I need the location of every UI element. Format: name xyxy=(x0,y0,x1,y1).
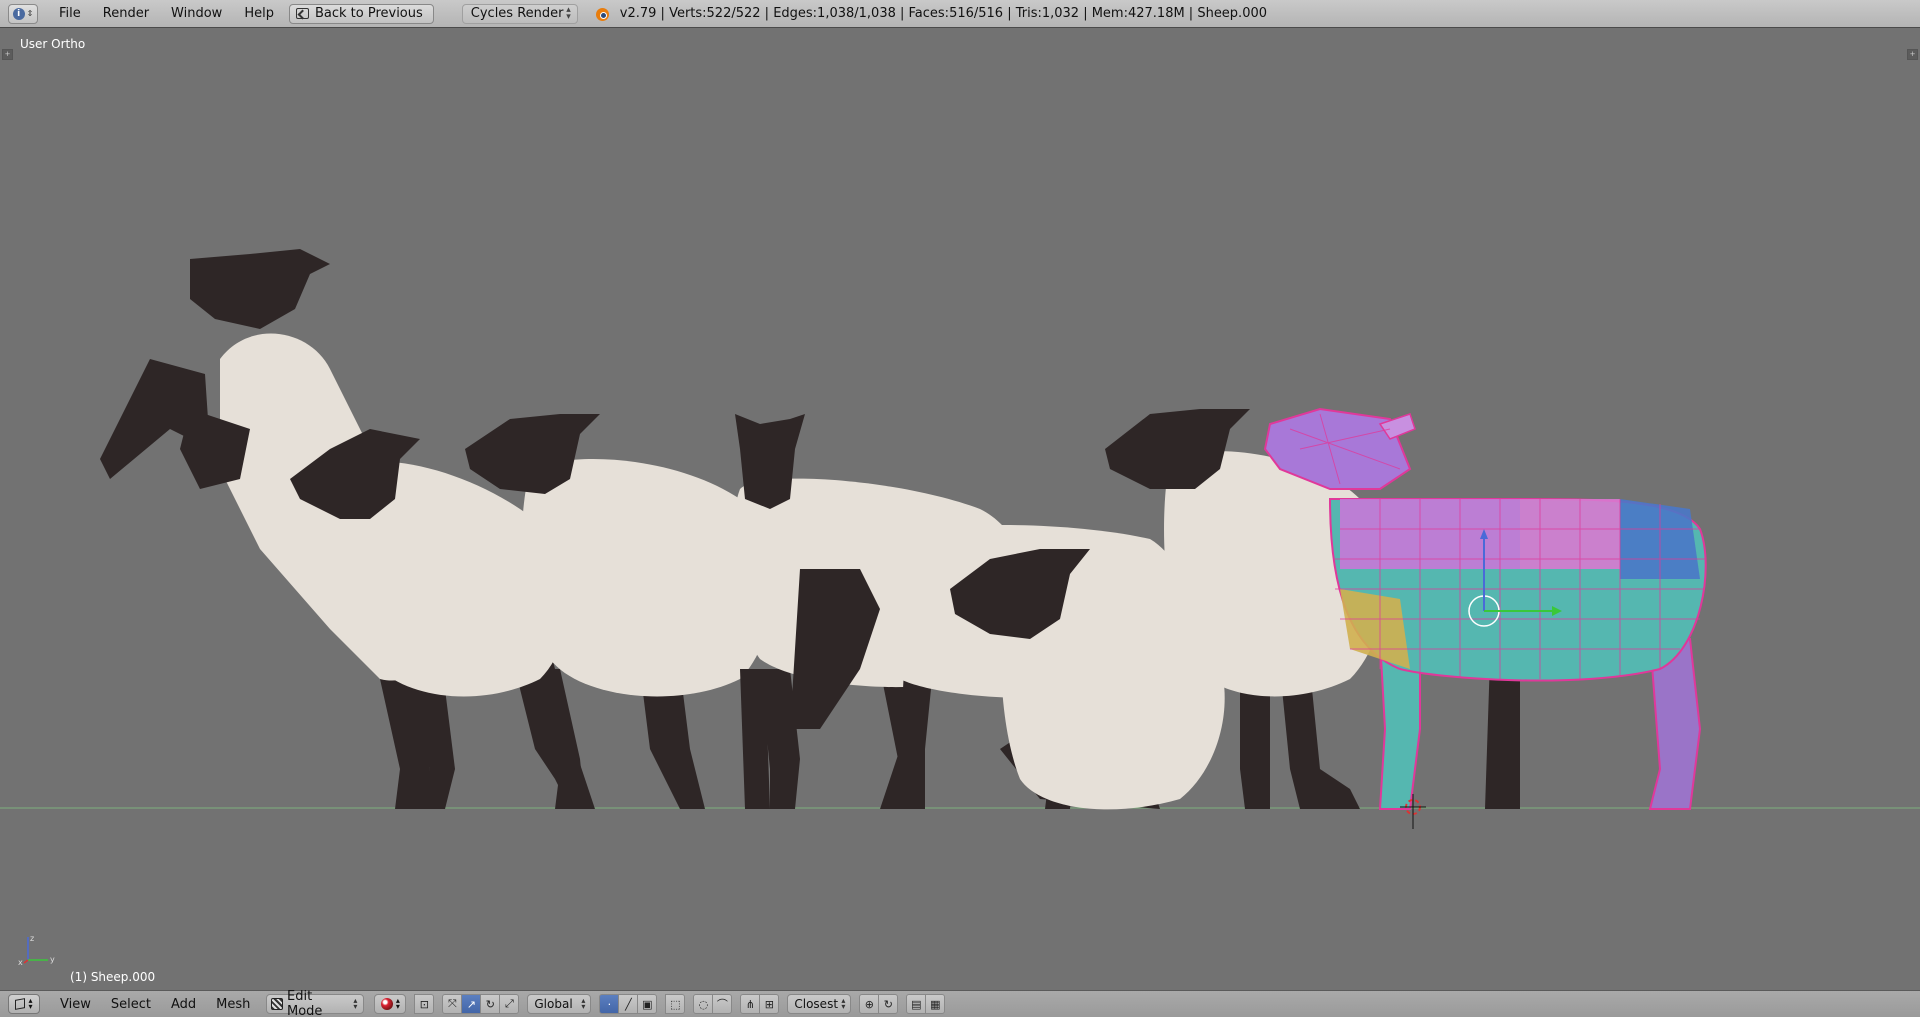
snap-options-group: ⊕ ↻ xyxy=(859,994,899,1014)
snap-align-rotation-button[interactable]: ⊕ xyxy=(859,994,880,1014)
rotate-manipulator-button[interactable]: ↻ xyxy=(480,994,501,1014)
edge-select-button[interactable]: ╱ xyxy=(618,994,639,1014)
blender-window: i ⇕ File Render Window Help Back to Prev… xyxy=(0,0,1920,1017)
chevron-updown-icon: ▴ ▾ xyxy=(28,996,33,1011)
main-menu: File Render Window Help xyxy=(52,0,289,28)
render-engine-label: Cycles Render xyxy=(470,6,564,21)
back-to-previous-button[interactable]: Back to Previous xyxy=(288,3,434,24)
snap-target-label: Closest xyxy=(794,997,839,1011)
3d-viewport[interactable]: + + User Ortho z y x (1) Sheep.000 xyxy=(0,29,1920,990)
proportional-group: ◌ ⌒ xyxy=(693,994,733,1014)
transform-orientation-selector[interactable]: Global ▴ ▾ xyxy=(527,994,592,1014)
back-screen-icon xyxy=(295,8,309,19)
opengl-render-animation-button[interactable]: ▦ xyxy=(925,994,946,1014)
translate-manipulator-button[interactable]: ↗ xyxy=(461,994,482,1014)
menu-help[interactable]: Help xyxy=(237,0,289,28)
transform-orientation-label: Global xyxy=(534,997,573,1011)
menu-file[interactable]: File xyxy=(52,0,96,28)
menu-window[interactable]: Window xyxy=(164,0,237,28)
pivot-group: ⊡ xyxy=(414,994,435,1014)
chevron-updown-icon: ⇕ xyxy=(26,9,34,18)
snap-target-selector[interactable]: Closest ▴ ▾ xyxy=(787,994,852,1014)
occlude-group: ⬚ xyxy=(665,994,686,1014)
snap-project-button[interactable]: ↻ xyxy=(878,994,899,1014)
menu-select[interactable]: Select xyxy=(105,991,165,1017)
manipulator-group: ⤧ ↗ ↻ ⤢ xyxy=(442,994,520,1014)
shading-sphere-icon xyxy=(380,998,393,1010)
info-icon: i xyxy=(12,7,25,20)
chevron-updown-icon: ▴ ▾ xyxy=(353,996,358,1011)
opengl-render-image-button[interactable]: ▤ xyxy=(906,994,927,1014)
interaction-mode-selector[interactable]: Edit Mode ▴ ▾ xyxy=(266,989,365,1017)
axis-x-label: x xyxy=(18,958,23,966)
view-type-label: User Ortho xyxy=(20,37,86,51)
menu-view[interactable]: View xyxy=(54,991,105,1017)
face-select-button[interactable]: ▣ xyxy=(637,994,658,1014)
menu-render[interactable]: Render xyxy=(96,0,164,28)
viewport-shading-selector[interactable]: ▴ ▾ xyxy=(374,994,407,1014)
properties-toggle-button[interactable]: + xyxy=(1907,49,1918,60)
axis-gizmo: z y x xyxy=(18,934,55,966)
axis-z-label: z xyxy=(30,934,34,943)
snap-group: ⋔ ⊞ xyxy=(740,994,780,1014)
select-mode-group: · ╱ ▣ xyxy=(599,994,658,1014)
manipulator-toggle-button[interactable]: ⤧ xyxy=(442,994,463,1014)
scale-manipulator-button[interactable]: ⤢ xyxy=(499,994,520,1014)
render-engine-selector[interactable]: Cycles Render ▴ ▾ xyxy=(461,3,578,24)
active-object-label: (1) Sheep.000 xyxy=(70,970,156,984)
chevron-updown-icon: ▴ ▾ xyxy=(395,996,400,1011)
proportional-falloff-button[interactable]: ⌒ xyxy=(712,994,733,1014)
chevron-updown-icon: ▴ ▾ xyxy=(841,996,846,1011)
interaction-mode-label: Edit Mode xyxy=(287,989,323,1017)
snap-toggle-button[interactable]: ⋔ xyxy=(740,994,761,1014)
menu-mesh[interactable]: Mesh xyxy=(210,991,264,1017)
blender-logo-icon xyxy=(594,5,612,23)
axis-y-label: y xyxy=(50,955,55,964)
vertex-select-button[interactable]: · xyxy=(599,994,620,1014)
editor-type-selector[interactable]: i ⇕ xyxy=(8,3,38,24)
limit-selection-visible-button[interactable]: ⬚ xyxy=(665,994,686,1014)
back-to-previous-label: Back to Previous xyxy=(314,6,423,21)
editor-type-selector-3d[interactable]: ▴ ▾ xyxy=(8,994,40,1014)
info-header: i ⇕ File Render Window Help Back to Prev… xyxy=(0,0,1920,28)
menu-add[interactable]: Add xyxy=(165,991,210,1017)
cube-icon xyxy=(15,998,26,1010)
scene-canvas[interactable] xyxy=(0,29,1920,990)
chevron-updown-icon: ▴ ▾ xyxy=(566,4,571,22)
toolshelf-toggle-button[interactable]: + xyxy=(2,49,13,60)
render-group: ▤ ▦ xyxy=(906,994,946,1014)
proportional-editing-button[interactable]: ◌ xyxy=(693,994,714,1014)
3d-view-menu: View Select Add Mesh xyxy=(54,991,264,1017)
edit-mode-icon xyxy=(271,998,283,1010)
chevron-updown-icon: ▴ ▾ xyxy=(581,996,586,1011)
pivot-point-button[interactable]: ⊡ xyxy=(414,994,435,1014)
snap-element-button[interactable]: ⊞ xyxy=(759,994,780,1014)
3d-view-header: ▴ ▾ View Select Add Mesh Edit Mode ▴ ▾ ▴ ▾ … xyxy=(0,989,1920,1017)
scene-statistics: v2.79 | Verts:522/522 | Edges:1,038/1,03… xyxy=(619,6,1268,21)
